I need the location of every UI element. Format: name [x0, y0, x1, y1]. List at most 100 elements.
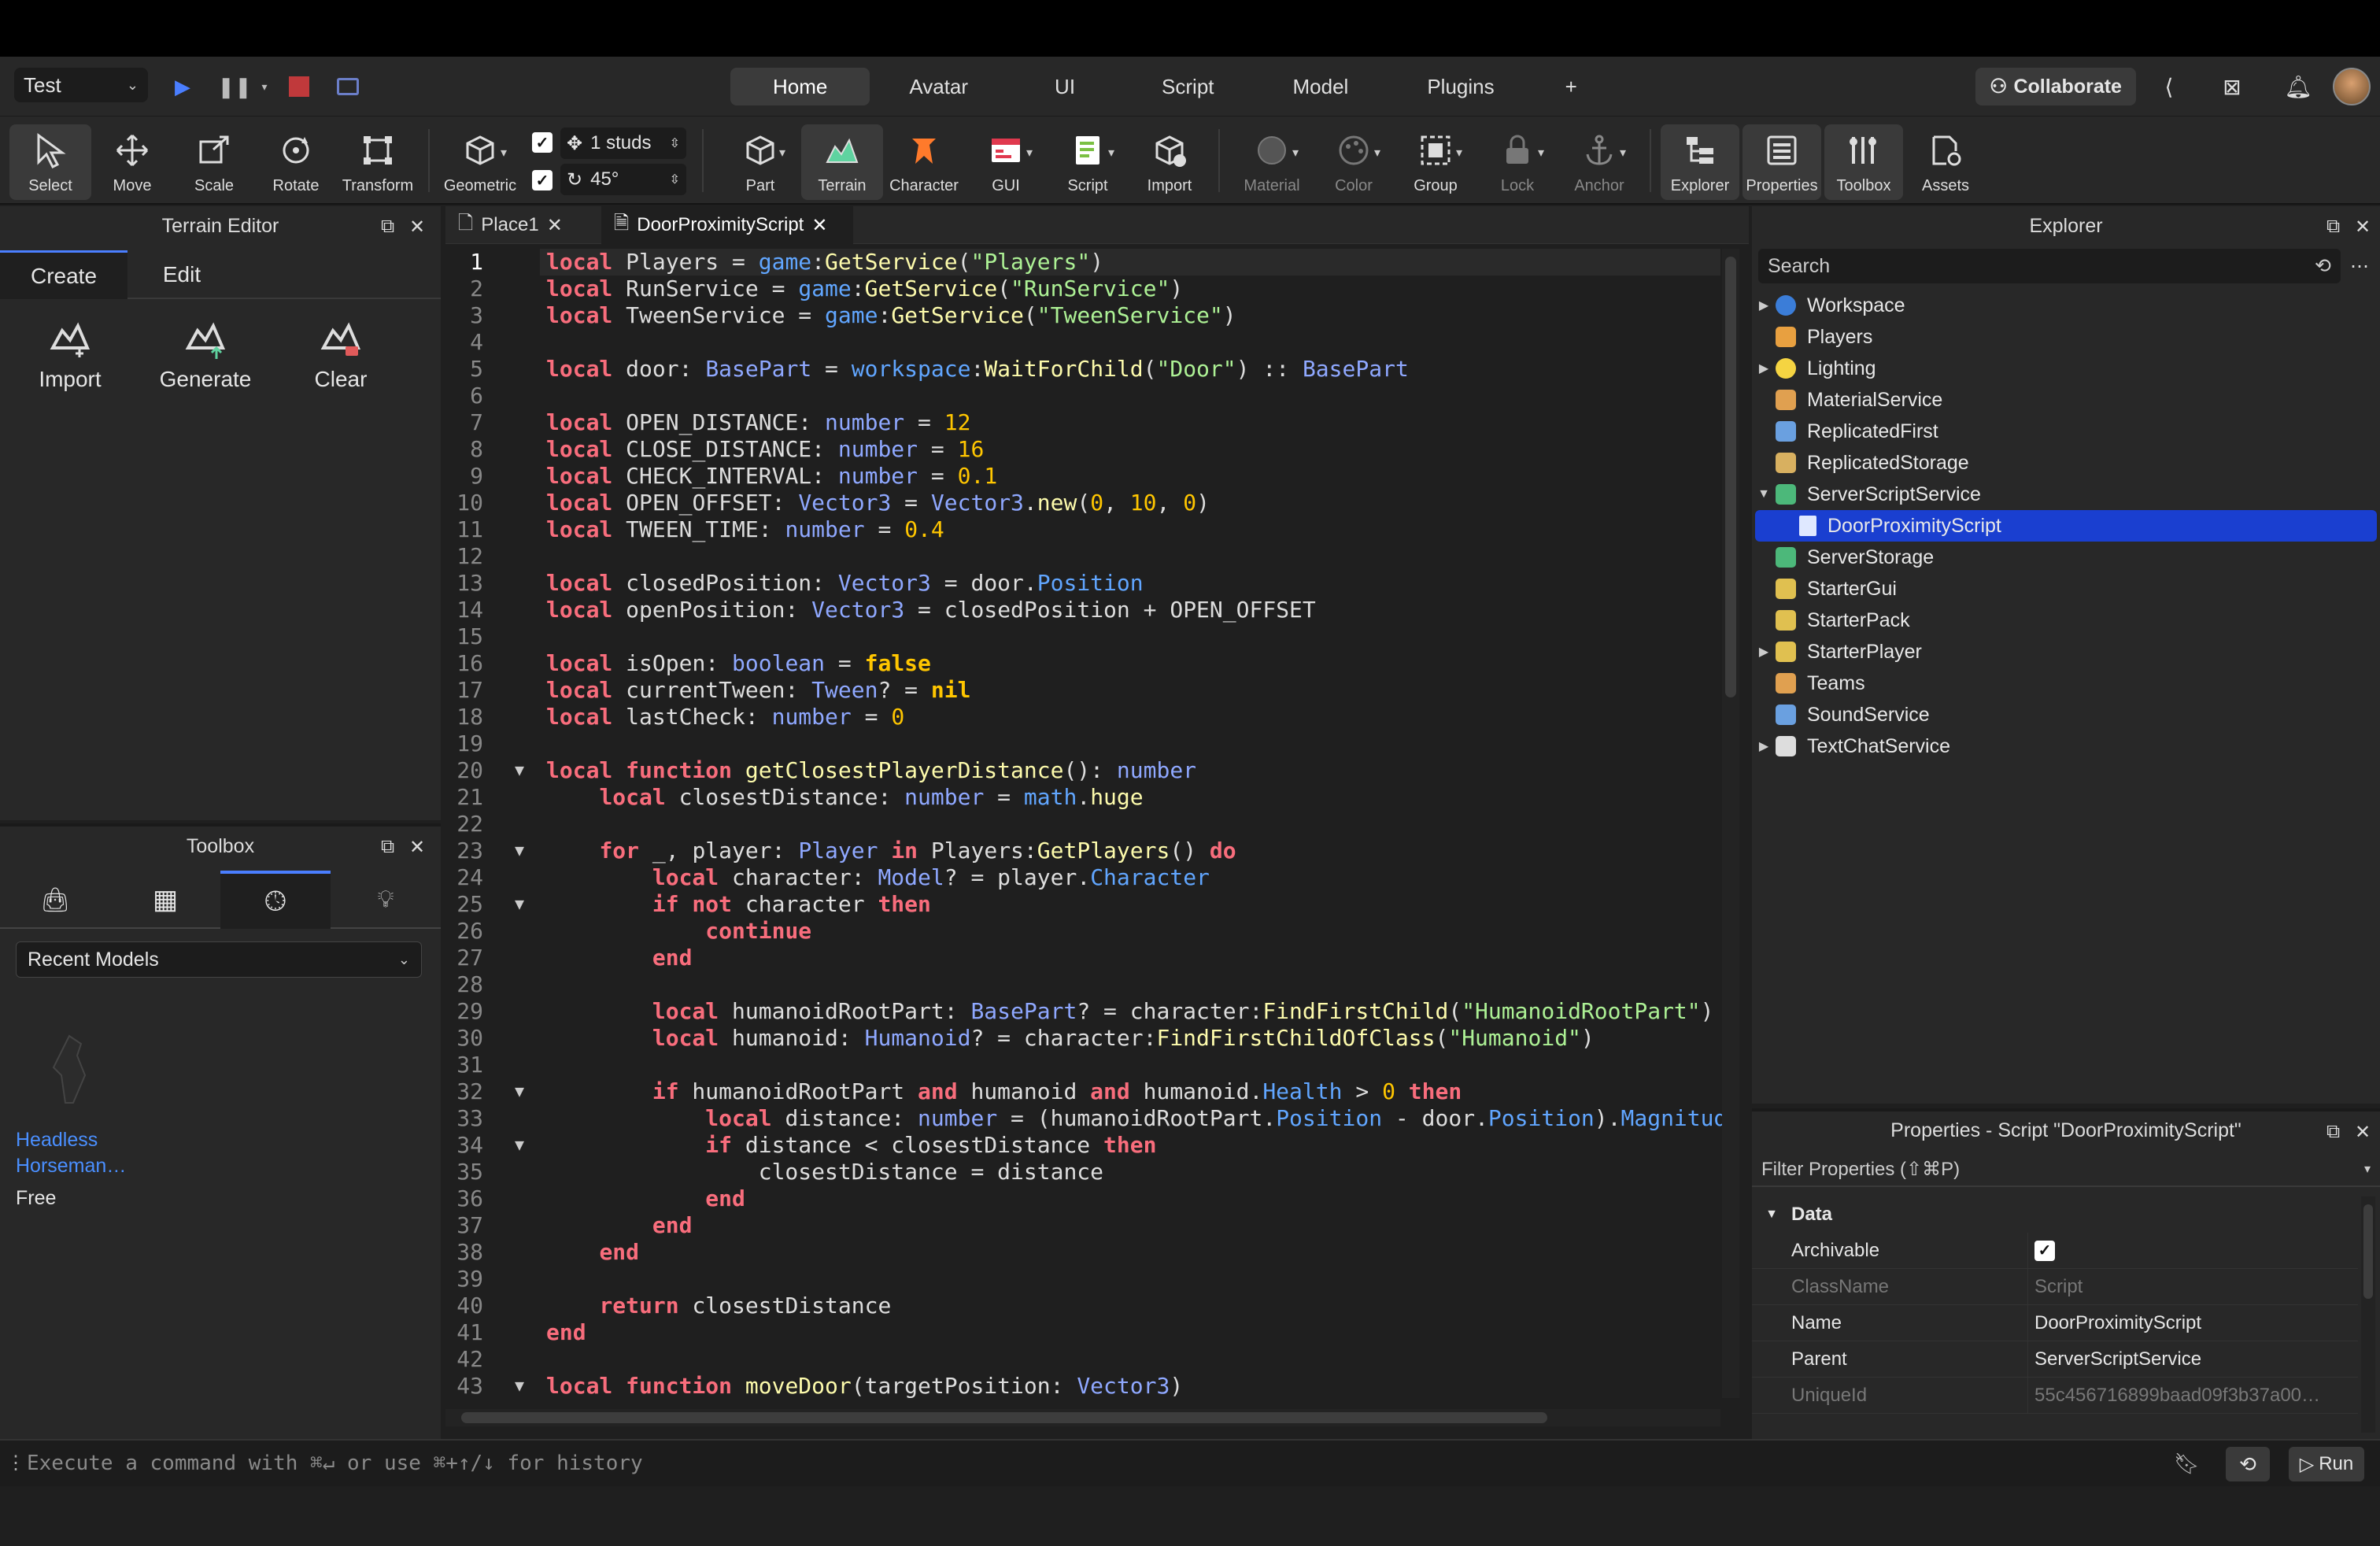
bell-icon[interactable]: 🔔︎ [2282, 71, 2314, 102]
team-create-icon[interactable]: ⊠ [2216, 71, 2248, 102]
tree-item-starter-pack[interactable]: StarterPack [1752, 605, 2374, 636]
explorer-search-input[interactable]: Search ⟲ [1758, 249, 2341, 283]
close-icon[interactable]: ✕ [409, 836, 425, 859]
stepper-icon[interactable]: ⇳ [670, 172, 680, 187]
tree-item-server-script-service[interactable]: ▼ ServerScriptService [1752, 479, 2374, 510]
tree-item-teams[interactable]: Teams [1752, 668, 2374, 699]
chevron-down-icon[interactable]: ▾ [1620, 145, 1626, 161]
property-value[interactable]: ServerScriptService [2027, 1341, 2342, 1378]
lock-button[interactable]: Lock [1476, 124, 1558, 200]
expand-arrow-icon[interactable]: ▶ [1752, 361, 1776, 376]
chevron-down-icon[interactable]: ▾ [1026, 145, 1033, 161]
filter-properties-input[interactable]: Filter Properties (⇧⌘P) ▾ [1752, 1152, 2380, 1187]
chevron-down-icon[interactable]: ▾ [2364, 1161, 2371, 1177]
close-icon[interactable]: ✕ [2355, 216, 2371, 239]
chevron-down-icon[interactable]: ▾ [1108, 145, 1114, 161]
close-icon[interactable]: ✕ [811, 214, 827, 237]
script-button[interactable]: Script [1047, 124, 1129, 200]
run-button[interactable]: ▷ Run [2289, 1447, 2364, 1481]
model-card[interactable]: Headless Horseman… Free [16, 1028, 142, 1210]
chevron-down-icon[interactable]: ▾ [501, 145, 507, 161]
fold-arrow-icon[interactable]: ▼ [515, 841, 524, 860]
tree-item-sound-service[interactable]: SoundService [1752, 699, 2374, 730]
history-icon[interactable]: ⟲ [2315, 254, 2331, 278]
property-value[interactable]: DoorProximityScript [2027, 1304, 2342, 1341]
play-icon[interactable]: ▶ [168, 72, 197, 101]
archivable-checkbox[interactable]: ✓ [2034, 1240, 2055, 1261]
model-name[interactable]: Headless Horseman… [16, 1127, 142, 1179]
fold-arrow-icon[interactable]: ▼ [515, 760, 524, 779]
avatar[interactable] [2333, 68, 2371, 105]
geometric-mode-button[interactable]: Geometric [439, 124, 521, 200]
select-tool[interactable]: Select [9, 124, 91, 200]
chevron-down-icon[interactable]: ▾ [1456, 145, 1462, 161]
move-increment-field[interactable]: ✥ 1 studs ⇳ [560, 128, 686, 159]
expand-arrow-icon[interactable]: ▶ [1752, 298, 1776, 313]
explorer-button[interactable]: Explorer [1661, 124, 1739, 200]
stop-icon[interactable] [285, 72, 313, 101]
tab-marketplace[interactable]: 👜︎ [0, 871, 110, 929]
anchor-button[interactable]: Anchor [1558, 124, 1640, 200]
stepper-icon[interactable]: ⇳ [670, 135, 680, 151]
group-button[interactable]: Group [1395, 124, 1476, 200]
tab-plugins[interactable]: Plugins [1388, 68, 1533, 105]
transform-tool[interactable]: Transform [337, 124, 419, 200]
character-button[interactable]: Character [883, 124, 965, 200]
assets-button[interactable]: Assets [1906, 124, 1985, 200]
chevron-down-icon[interactable]: ▾ [1538, 145, 1544, 161]
terrain-generate-button[interactable]: Generate [146, 305, 264, 392]
tree-item-players[interactable]: Players [1752, 321, 2374, 353]
tab-create[interactable]: Create [0, 250, 128, 299]
terrain-button[interactable]: Terrain [801, 124, 883, 200]
chevron-down-icon[interactable]: ▾ [1292, 145, 1299, 161]
collaborate-button[interactable]: ⚇ Collaborate [1975, 68, 2136, 105]
scroll-thumb[interactable] [2363, 1204, 2373, 1299]
toolbox-button[interactable]: Toolbox [1824, 124, 1903, 200]
pop-out-icon[interactable]: ⧉ [2326, 216, 2340, 238]
property-row[interactable]: Archivable ✓ [1752, 1232, 2358, 1269]
vertical-scrollbar[interactable] [1722, 249, 1739, 1398]
device-emulator-icon[interactable] [334, 72, 362, 101]
part-button[interactable]: Part [719, 124, 801, 200]
more-options-icon[interactable]: ⋯ [2350, 255, 2369, 278]
category-dropdown[interactable]: Recent Models ⌄ [16, 941, 422, 978]
rotate-increment-field[interactable]: ↻ 45° ⇳ [560, 164, 686, 195]
tab-place1[interactable]: 🗋︎ Place1 ✕ [445, 206, 601, 244]
gui-button[interactable]: GUI [965, 124, 1047, 200]
move-tool[interactable]: Move [91, 124, 173, 200]
snap-rotate-checkbox[interactable]: ✓ [532, 170, 552, 190]
tree-item-workspace[interactable]: ▶ Workspace [1752, 290, 2374, 321]
material-button[interactable]: Material [1231, 124, 1313, 200]
scale-tool[interactable]: Scale [173, 124, 255, 200]
vertical-scrollbar[interactable] [2361, 1196, 2375, 1433]
section-data-header[interactable]: ▼ Data [1752, 1196, 2358, 1233]
chevron-down-icon[interactable]: ▾ [1374, 145, 1380, 161]
tree-item-starter-player[interactable]: ▶ StarterPlayer [1752, 636, 2374, 668]
history-icon[interactable]: ⟲ [2226, 1447, 2270, 1481]
fold-arrow-icon[interactable]: ▼ [515, 1376, 524, 1395]
collapse-arrow-icon[interactable]: ▼ [1752, 1208, 1791, 1222]
tab-ui[interactable]: UI [1007, 68, 1122, 105]
tree-item-replicated-storage[interactable]: ReplicatedStorage [1752, 447, 2374, 479]
drag-handle-icon[interactable]: ⋮ [6, 1452, 25, 1474]
fold-arrow-icon[interactable]: ▼ [515, 1082, 524, 1100]
tab-model[interactable]: Model [1254, 68, 1388, 105]
color-button[interactable]: Color [1313, 124, 1395, 200]
tree-item-starter-gui[interactable]: StarterGui [1752, 573, 2374, 605]
terrain-import-button[interactable]: Import [11, 305, 129, 392]
property-row[interactable]: Parent ServerScriptService [1752, 1341, 2358, 1378]
code-area[interactable]: 1 local Players = game:GetService("Playe… [445, 249, 1728, 1398]
tree-item-door-proximity-script[interactable]: DoorProximityScript [1755, 510, 2377, 542]
test-mode-dropdown[interactable]: Test ⌄ [14, 68, 148, 102]
close-icon[interactable]: ✕ [547, 214, 563, 237]
tree-item-text-chat-service[interactable]: ▶ TextChatService [1752, 730, 2374, 762]
tab-avatar[interactable]: Avatar [870, 68, 1007, 105]
pop-out-icon[interactable]: ⧉ [381, 836, 394, 858]
tree-item-lighting[interactable]: ▶ Lighting [1752, 353, 2374, 384]
expand-arrow-icon[interactable]: ▶ [1752, 644, 1776, 660]
scroll-thumb[interactable] [1725, 257, 1736, 697]
property-row[interactable]: Name DoorProximityScript [1752, 1304, 2358, 1341]
close-icon[interactable]: ✕ [409, 216, 425, 239]
chevron-down-icon[interactable]: ▾ [779, 145, 785, 161]
fold-arrow-icon[interactable]: ▼ [515, 894, 524, 913]
